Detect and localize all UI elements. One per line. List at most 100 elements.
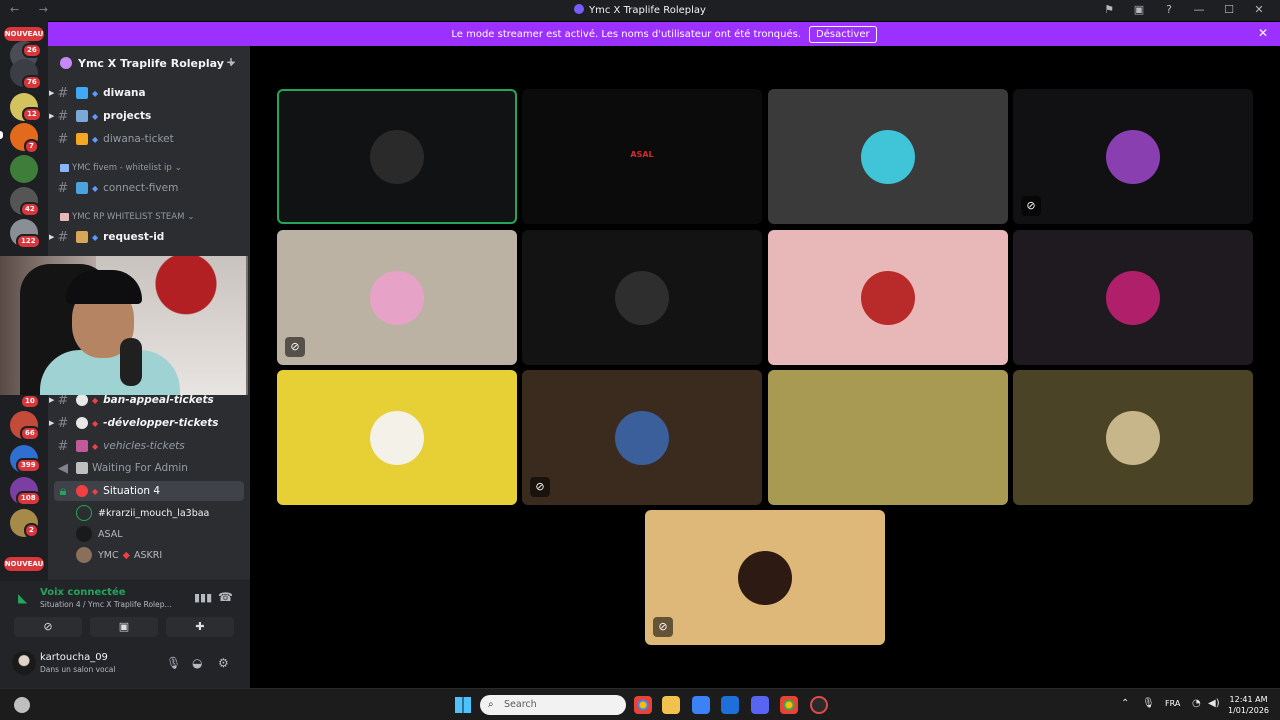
participant-tile[interactable]: ⊘ — [522, 370, 762, 505]
participant-tile[interactable] — [768, 89, 1008, 224]
taskbar-search[interactable]: ⌕ Search — [480, 695, 626, 715]
server-icon[interactable] — [10, 155, 38, 183]
gear-icon[interactable]: ⚙ — [218, 656, 229, 670]
activities-button[interactable]: ✚ — [166, 617, 234, 637]
volume-icon[interactable]: ◀) — [1208, 698, 1220, 709]
file-explorer-icon[interactable] — [662, 696, 680, 714]
participant-tile[interactable]: ⊘ — [645, 510, 885, 645]
avatar — [861, 129, 915, 184]
gem-icon — [76, 87, 88, 99]
search-placeholder: Search — [504, 699, 537, 710]
caret-icon: ▶ — [49, 112, 55, 120]
participant-tile[interactable] — [277, 370, 517, 505]
channel-label: projects — [103, 110, 152, 122]
hash-icon: # — [57, 180, 69, 196]
app-icon[interactable] — [810, 696, 828, 714]
hash-icon: # — [57, 131, 69, 147]
inbox-icon[interactable]: ⚑ — [1094, 3, 1124, 16]
voice-participant[interactable]: YMC ◆ ASKRI — [76, 545, 162, 565]
store-icon[interactable] — [692, 696, 710, 714]
voice-channel-item[interactable]: ◀ Waiting For Admin — [54, 458, 244, 478]
diamond-icon: ◆ — [92, 441, 99, 451]
screen-icon[interactable]: ▣ — [1124, 3, 1154, 16]
diamond-icon: ◆ — [92, 395, 99, 405]
add-member-icon[interactable]: + — [226, 55, 236, 69]
microphone-icon[interactable]: 🎙︎ — [1142, 698, 1155, 709]
diamond-icon: ◆ — [92, 183, 99, 193]
screen-share-button[interactable]: ▣ — [90, 617, 158, 637]
participant-tile[interactable]: ⊘ — [277, 230, 517, 365]
participant-tile[interactable] — [1013, 230, 1253, 365]
voice-participant[interactable]: #krarzii_mouch_la3baa — [76, 503, 209, 523]
language-indicator[interactable]: FRA — [1165, 699, 1180, 708]
channel-label: vehicles-tickets — [103, 440, 185, 452]
wifi-icon[interactable]: ◔ — [1192, 698, 1201, 709]
channel-item[interactable]: ▶ # ◆ -développer-tickets — [49, 413, 244, 433]
headphones-icon[interactable]: ◒ — [192, 656, 202, 670]
channel-label: diwana — [103, 87, 146, 99]
channel-item[interactable]: # ◆ vehicles-tickets — [54, 436, 244, 456]
channel-label: ban-appeal-tickets — [103, 394, 214, 406]
search-icon: ⌕ — [488, 699, 494, 710]
participant-tile-speaking[interactable] — [277, 89, 517, 224]
chevron-up-icon[interactable]: ⌃ — [1121, 698, 1129, 709]
clock-date: 1/01/2026 — [1228, 706, 1270, 715]
category-header[interactable]: YMC fivem - whitelist ip ⌄ — [60, 163, 182, 173]
channel-item[interactable]: ▶ # ◆ diwana — [49, 83, 244, 103]
channel-item[interactable]: # ◆ connect-fivem — [54, 178, 244, 198]
avatar — [76, 526, 92, 542]
avatar — [370, 410, 424, 465]
streamer-mode-banner: Le mode streamer est activé. Les noms d'… — [48, 22, 1280, 46]
unread-badge: 7 — [24, 139, 39, 154]
maximize-button[interactable]: ☐ — [1214, 3, 1244, 16]
discord-icon — [574, 4, 585, 14]
video-off-icon: ⊘ — [1021, 196, 1041, 216]
diamond-icon: ◆ — [92, 134, 99, 144]
noise-suppression-icon[interactable]: ▮▮▮ — [194, 591, 212, 604]
server-header[interactable]: Ymc X Traplife Roleplay ⌄ + — [48, 46, 250, 80]
username[interactable]: kartoucha_09 — [40, 652, 108, 663]
mail-icon[interactable] — [721, 696, 739, 714]
participant-tile[interactable] — [768, 370, 1008, 505]
participant-tile[interactable] — [522, 230, 762, 365]
no-entry-icon — [76, 485, 88, 497]
discord-icon[interactable] — [751, 696, 769, 714]
participant-name: YMC — [98, 549, 119, 561]
channel-item[interactable]: ▶ # ◆ request-id — [49, 227, 244, 247]
chrome-icon[interactable] — [780, 696, 798, 714]
participant-tile[interactable]: ⊘ — [1013, 89, 1253, 224]
voice-channel-item-active[interactable]: 🔒︎ ◆ Situation 4 — [54, 481, 244, 501]
system-clock[interactable]: 12:41 AM 1/01/2026 — [1228, 694, 1269, 716]
chrome-icon[interactable] — [634, 696, 652, 714]
signal-icon[interactable]: ◣ — [18, 591, 27, 605]
avatar — [370, 129, 424, 184]
voice-participant[interactable]: ASAL — [76, 524, 123, 544]
channel-item[interactable]: ▶ # ◆ projects — [49, 106, 244, 126]
help-icon[interactable]: ? — [1154, 3, 1184, 16]
participant-tile[interactable] — [768, 230, 1008, 365]
close-window-button[interactable]: ✕ — [1244, 3, 1274, 16]
widgets-icon[interactable] — [14, 697, 30, 713]
close-icon[interactable]: ✕ — [1258, 26, 1268, 40]
category-header[interactable]: YMC RP WHITELIST STEAM ⌄ — [60, 212, 195, 222]
channel-item[interactable]: # ◆ diwana-ticket — [54, 129, 244, 149]
disconnect-icon[interactable]: ☎ — [218, 590, 233, 604]
avatar — [861, 411, 915, 465]
participant-tile[interactable]: ASAL — [522, 89, 762, 224]
streamer-webcam — [0, 256, 248, 395]
participant-tile[interactable] — [1013, 370, 1253, 505]
minimize-button[interactable]: — — [1184, 3, 1214, 16]
windows-start-icon[interactable] — [455, 697, 471, 713]
participant-name: #krarzii_mouch_la3baa — [98, 507, 210, 519]
camera-off-button[interactable]: ⊘ — [14, 617, 82, 637]
window-controls: ⚑ ▣ ? — ☐ ✕ — [1094, 3, 1274, 16]
avatar[interactable] — [12, 651, 36, 675]
unread-badge: 66 — [20, 426, 40, 441]
unread-badge: 2 — [24, 523, 39, 538]
speaker-icon: ◀ — [58, 460, 68, 476]
voice-status[interactable]: Voix connectée — [40, 587, 126, 598]
avatar — [861, 270, 915, 325]
microphone-icon[interactable]: 🎙︎ — [166, 656, 181, 670]
disable-streamer-button[interactable]: Désactiver — [809, 25, 877, 43]
window-title: Ymc X Traplife Roleplay — [0, 4, 1280, 16]
